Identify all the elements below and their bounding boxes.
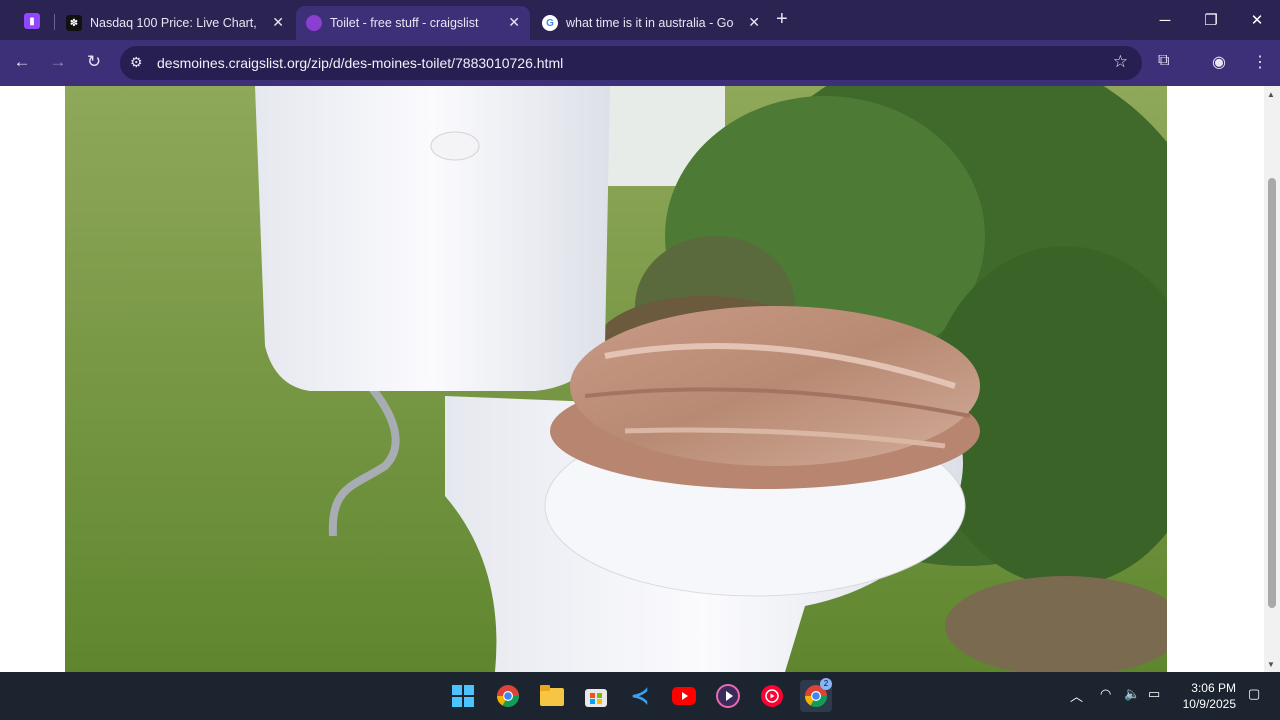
vertical-scrollbar[interactable]: ▲ ▼ [1264, 86, 1280, 672]
chrome-badge: 2 [820, 678, 832, 690]
file-explorer-icon[interactable] [536, 680, 568, 712]
windows-taskbar: ≺ 2 ︿ ◠ 🔈 ▭ 3:06 PM 10/9/2025 ▢ [0, 672, 1280, 720]
page-content [0, 86, 1264, 672]
address-bar[interactable]: ⚙ desmoines.craigslist.org/zip/d/des-moi… [120, 46, 1142, 80]
tab-google[interactable]: G what time is it in australia - Goo ✕ [532, 6, 770, 40]
clock-date: 10/9/2025 [1182, 697, 1236, 711]
show-hidden-icons-icon[interactable]: ︿ [1070, 686, 1083, 705]
tab-title: what time is it in australia - Goo [566, 16, 734, 30]
youtube-music-icon[interactable] [756, 680, 788, 712]
url-text[interactable]: desmoines.craigslist.org/zip/d/des-moine… [157, 55, 563, 71]
browser-toolbar: ← → ↻ ⚙ desmoines.craigslist.org/zip/d/d… [0, 40, 1280, 86]
reload-icon[interactable]: ↻ [82, 52, 106, 72]
craigslist-favicon [306, 15, 322, 31]
microsoft-store-icon[interactable] [580, 680, 612, 712]
tab-title: Nasdaq 100 Price: Live Chart, Fo [90, 16, 258, 30]
profile-icon[interactable]: ◉ [1212, 52, 1226, 72]
chrome-icon[interactable] [492, 680, 524, 712]
close-window-icon[interactable]: ✕ [1234, 0, 1280, 40]
tab-strip: ▮ ✽ Nasdaq 100 Price: Live Chart, Fo ✕ T… [0, 0, 1280, 40]
scroll-down-icon[interactable]: ▼ [1267, 660, 1275, 669]
scrollbar-thumb[interactable] [1268, 178, 1276, 608]
restore-icon[interactable]: ❐ [1188, 0, 1234, 40]
battery-icon[interactable]: ▭ [1148, 686, 1160, 702]
google-favicon: G [542, 15, 558, 31]
youtube-icon[interactable] [668, 680, 700, 712]
google-lens-icon[interactable]: ⧉ [1158, 52, 1169, 70]
vscode-icon[interactable]: ≺ [624, 680, 656, 712]
nasdaq-favicon: ✽ [66, 15, 82, 31]
twitch-pinned-tab[interactable]: ▮ [16, 8, 48, 34]
toilet-photo-image [65, 86, 1167, 672]
bookmark-star-icon[interactable]: ☆ [1113, 52, 1128, 72]
media-player-icon[interactable] [712, 680, 744, 712]
back-arrow-icon[interactable]: ← [10, 52, 34, 72]
twitch-icon: ▮ [24, 13, 40, 29]
close-tab-icon[interactable]: ✕ [272, 14, 284, 31]
minimize-icon[interactable]: ─ [1142, 0, 1188, 40]
clock-time: 3:06 PM [1191, 681, 1236, 695]
forward-arrow-icon[interactable]: → [46, 52, 70, 72]
tab-nasdaq[interactable]: ✽ Nasdaq 100 Price: Live Chart, Fo ✕ [56, 6, 294, 40]
site-info-icon[interactable]: ⚙ [130, 54, 143, 71]
scroll-up-icon[interactable]: ▲ [1267, 90, 1275, 99]
wifi-icon[interactable]: ◠ [1100, 686, 1111, 702]
volume-icon[interactable]: 🔈 [1124, 686, 1140, 702]
menu-kebab-icon[interactable]: ⋮ [1252, 52, 1268, 72]
windows-start-icon[interactable] [447, 680, 479, 712]
chrome-profile-icon[interactable]: 2 [800, 678, 832, 712]
close-tab-icon[interactable]: ✕ [508, 14, 520, 31]
close-tab-icon[interactable]: ✕ [748, 14, 760, 31]
system-clock[interactable]: 3:06 PM 10/9/2025 [1183, 680, 1236, 712]
listing-photo[interactable] [65, 86, 1167, 672]
tab-separator [54, 14, 55, 30]
tab-craigslist[interactable]: Toilet - free stuff - craigslist ✕ [296, 6, 530, 40]
notifications-icon[interactable]: ▢ [1248, 686, 1260, 702]
tab-title: Toilet - free stuff - craigslist [330, 16, 479, 30]
new-tab-button[interactable]: + [776, 8, 788, 31]
